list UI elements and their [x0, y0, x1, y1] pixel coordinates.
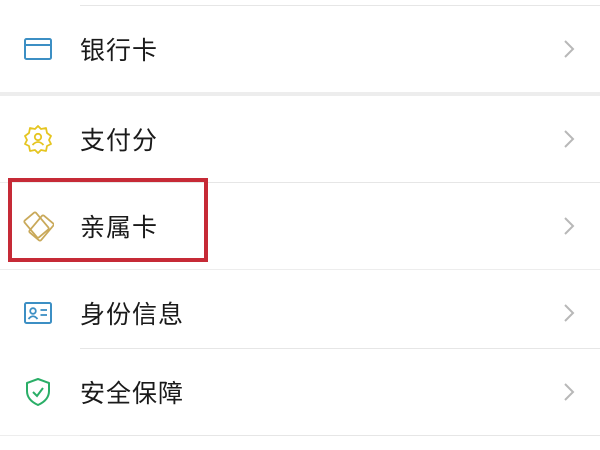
id-card-icon — [24, 302, 52, 324]
menu-item-pay-score[interactable]: 支付分 — [0, 96, 600, 182]
menu-item-label: 支付分 — [80, 126, 159, 155]
chevron-right-icon — [564, 383, 575, 401]
menu-item-next-fragment — [0, 436, 600, 450]
bank-card-icon — [24, 38, 52, 60]
menu-item-label: 银行卡 — [80, 36, 159, 65]
menu-item-family-card[interactable]: 亲属卡 — [0, 183, 600, 269]
menu-item-security[interactable]: 安全保障 — [0, 349, 600, 435]
chevron-right-icon — [564, 130, 575, 148]
family-card-icon — [23, 211, 54, 242]
menu-item-label: 身份信息 — [80, 300, 185, 329]
shield-check-icon — [26, 378, 50, 406]
chevron-right-icon — [564, 40, 575, 58]
pay-score-icon — [24, 125, 52, 154]
menu-item-label: 安全保障 — [80, 379, 185, 408]
menu-item-identity[interactable]: 身份信息 — [0, 270, 600, 356]
menu-item-label: 亲属卡 — [80, 213, 159, 242]
chevron-right-icon — [564, 217, 575, 235]
menu-item-bank-card[interactable]: 银行卡 — [0, 6, 600, 92]
chevron-right-icon — [564, 304, 575, 322]
